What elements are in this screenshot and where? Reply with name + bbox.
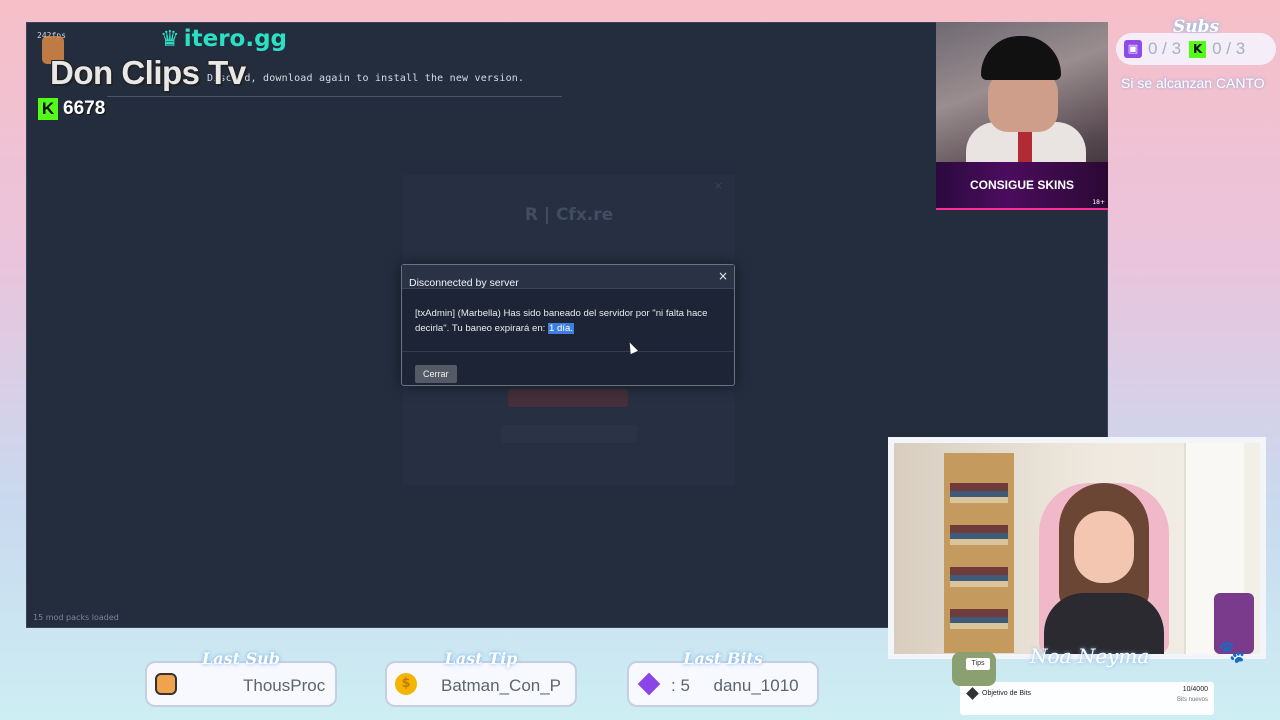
bits-gem-icon xyxy=(637,672,661,696)
last-sub-title: Last Sub xyxy=(202,649,280,668)
last-bits-title: Last Bits xyxy=(683,649,763,668)
dialog-close-icon[interactable]: × xyxy=(718,269,728,283)
dialog-message: [txAdmin] (Marbella) Has sido baneado de… xyxy=(402,289,734,351)
cfx-logo: R | Cfx.re xyxy=(524,205,614,225)
last-tip-title: Last Tip xyxy=(444,649,518,668)
sponsor-name: itero.gg xyxy=(183,26,288,52)
age-rating: 18+ xyxy=(1092,199,1105,206)
kick-subs-count: 0 / 3 xyxy=(1212,39,1246,58)
ban-duration-selected: 1 día. xyxy=(548,323,575,334)
streamer-name: Noa Neyma xyxy=(1030,644,1150,668)
disconnect-dialog: Disconnected by server × [txAdmin] (Marb… xyxy=(401,264,735,386)
kick-followers: 6678 xyxy=(63,98,106,119)
kick-logo-icon: K xyxy=(38,98,58,120)
console-message: Discord, download again to install the n… xyxy=(207,73,525,84)
mods-loaded-status: 15 mod packs loaded xyxy=(33,613,119,622)
cat-icon xyxy=(155,673,177,695)
last-bits-value: : 5 danu_1010 xyxy=(671,676,799,695)
tips-bag-icon: Tips xyxy=(952,652,996,686)
subs-goal-box: ▣ 0 / 3 K 0 / 3 xyxy=(1116,33,1276,65)
close-button[interactable]: Cerrar xyxy=(415,365,457,383)
dialog-header: Disconnected by server × xyxy=(402,265,734,289)
dialog-footer: Cerrar xyxy=(402,351,734,393)
sponsor-logo: ♛ itero.gg xyxy=(160,26,287,52)
console-divider xyxy=(107,96,562,97)
crown-icon: ♛ xyxy=(160,27,180,52)
bits-goal-widget: Objetivo de Bits 10/4000 Bits nuevos xyxy=(960,682,1214,715)
dialog-title: Disconnected by server xyxy=(409,277,519,289)
twitch-subs-count: 0 / 3 xyxy=(1148,39,1182,58)
paw-icon: 🐾 xyxy=(1218,640,1246,665)
last-bits-widget: Last Bits : 5 danu_1010 xyxy=(627,649,819,707)
tips-tag: Tips xyxy=(966,658,990,670)
skins-banner: CONSIGUE SKINS 18+ xyxy=(936,162,1108,210)
bits-goal-label: Objetivo de Bits xyxy=(982,690,1032,697)
coin-icon: $ xyxy=(395,673,417,695)
twitch-icon: ▣ xyxy=(1124,40,1142,58)
last-tip-widget: Last Tip $ Batman_Con_P xyxy=(385,649,577,707)
skip-sign-in-button xyxy=(501,425,637,443)
bits-goal-value: 10/4000 xyxy=(1182,686,1208,693)
last-tip-value: Batman_Con_P xyxy=(441,676,562,695)
kick-follower-count: K 6678 xyxy=(38,98,105,120)
bits-icon xyxy=(966,687,979,700)
bits-goal-sub: Bits nuevos xyxy=(1176,697,1208,703)
skins-banner-text: CONSIGUE SKINS xyxy=(969,178,1074,192)
channel-watermark: Don Clips Tv xyxy=(50,54,246,91)
kick-logo-icon: K xyxy=(1189,40,1207,58)
last-sub-widget: Last Sub ThousProc xyxy=(145,649,337,707)
subs-goal-note: Si se alcanzan CANTO xyxy=(1121,75,1265,91)
last-sub-value: ThousProc xyxy=(243,676,326,695)
close-icon: × xyxy=(713,179,723,192)
webcam-streamer-bottom xyxy=(894,443,1260,654)
